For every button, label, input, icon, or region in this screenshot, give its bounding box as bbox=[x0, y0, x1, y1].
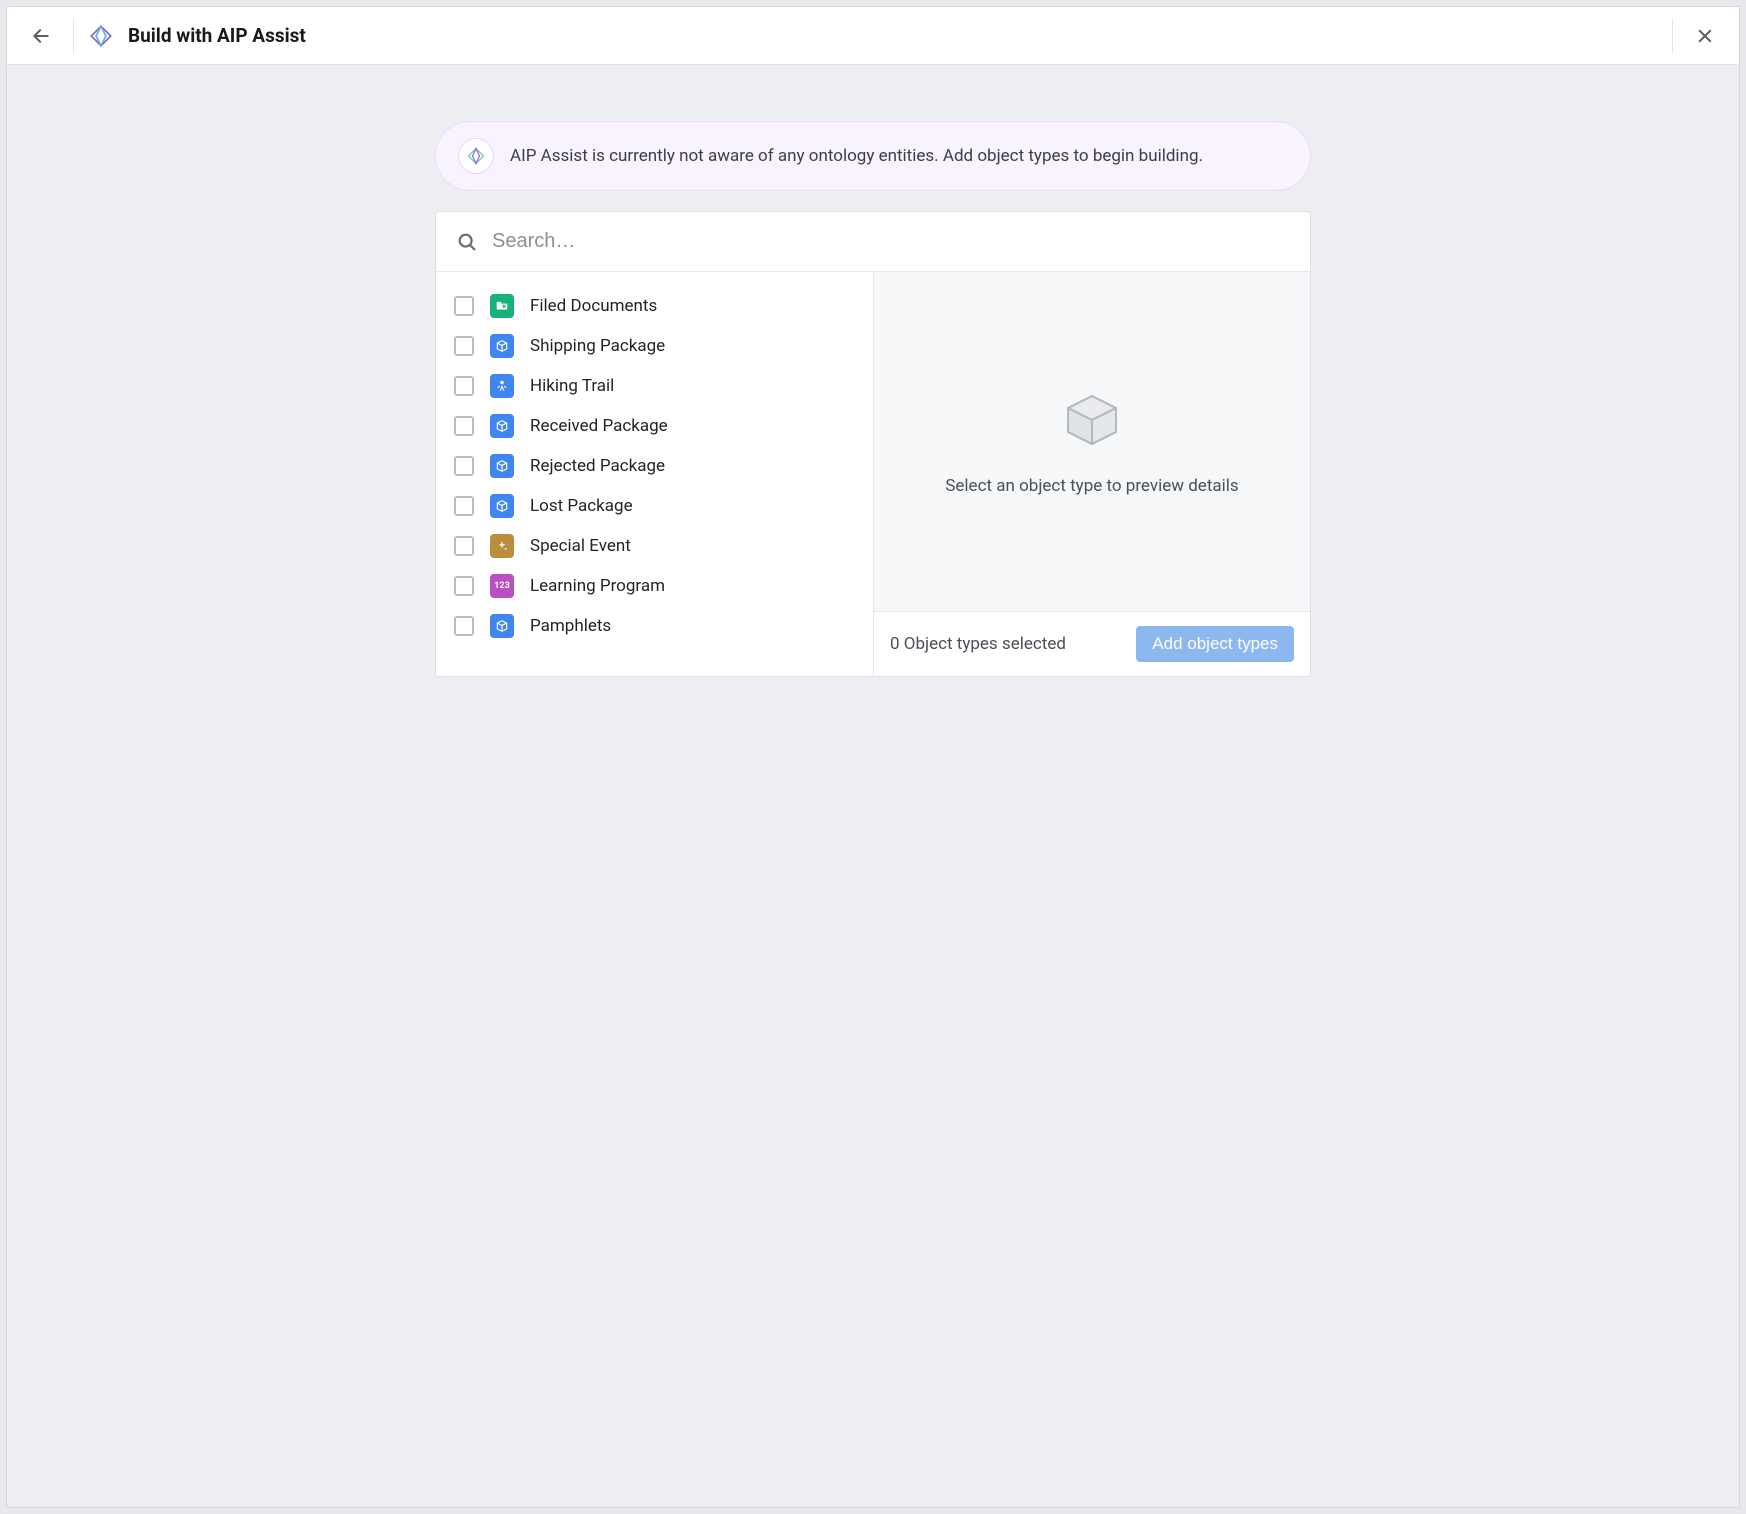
selected-count: 0 Object types selected bbox=[890, 634, 1066, 654]
preview-empty-message: Select an object type to preview details bbox=[945, 476, 1238, 496]
checkbox[interactable] bbox=[454, 616, 474, 636]
object-type-label: Filed Documents bbox=[530, 296, 657, 316]
object-type-label: Shipping Package bbox=[530, 336, 665, 356]
checkbox[interactable] bbox=[454, 336, 474, 356]
object-type-row[interactable]: 123 Learning Program bbox=[436, 566, 873, 606]
back-button[interactable] bbox=[23, 18, 59, 54]
cube-icon bbox=[1060, 388, 1124, 452]
person-icon bbox=[490, 374, 514, 398]
aip-logo-icon bbox=[88, 23, 114, 49]
object-type-label: Received Package bbox=[530, 416, 668, 436]
checkbox[interactable] bbox=[454, 496, 474, 516]
arrow-left-icon bbox=[31, 26, 51, 46]
object-type-label: Rejected Package bbox=[530, 456, 665, 476]
object-type-row[interactable]: Pamphlets bbox=[436, 606, 873, 646]
search-row bbox=[436, 212, 1310, 272]
box-icon bbox=[490, 454, 514, 478]
aip-logo-icon bbox=[458, 138, 494, 174]
titlebar: Build with AIP Assist bbox=[7, 7, 1739, 65]
object-type-row[interactable]: Lost Package bbox=[436, 486, 873, 526]
object-type-label: Pamphlets bbox=[530, 616, 611, 636]
checkbox[interactable] bbox=[454, 576, 474, 596]
modal-title: Build with AIP Assist bbox=[128, 24, 306, 47]
object-type-label: Lost Package bbox=[530, 496, 633, 516]
object-type-row[interactable]: Shipping Package bbox=[436, 326, 873, 366]
checkbox[interactable] bbox=[454, 296, 474, 316]
divider bbox=[73, 19, 74, 53]
divider bbox=[1672, 19, 1673, 53]
box-icon bbox=[490, 494, 514, 518]
preview-empty-state: Select an object type to preview details bbox=[874, 272, 1310, 611]
add-object-types-button[interactable]: Add object types bbox=[1136, 626, 1294, 662]
folder-icon bbox=[490, 294, 514, 318]
info-banner-text: AIP Assist is currently not aware of any… bbox=[510, 146, 1203, 166]
close-button[interactable] bbox=[1687, 18, 1723, 54]
box-icon bbox=[490, 414, 514, 438]
sparkle-icon bbox=[490, 534, 514, 558]
object-type-row[interactable]: Received Package bbox=[436, 406, 873, 446]
close-icon bbox=[1696, 27, 1714, 45]
search-input[interactable] bbox=[492, 230, 1290, 253]
object-type-label: Special Event bbox=[530, 536, 631, 556]
checkbox[interactable] bbox=[454, 416, 474, 436]
modal: Build with AIP Assist AIP Assist is curr… bbox=[6, 6, 1740, 1508]
object-type-row[interactable]: Rejected Package bbox=[436, 446, 873, 486]
checkbox[interactable] bbox=[454, 456, 474, 476]
checkbox[interactable] bbox=[454, 376, 474, 396]
object-type-row[interactable]: Special Event bbox=[436, 526, 873, 566]
num-icon: 123 bbox=[490, 574, 514, 598]
preview-footer: 0 Object types selected Add object types bbox=[874, 611, 1310, 676]
object-type-row[interactable]: Filed Documents bbox=[436, 286, 873, 326]
object-type-picker: Filed Documents Shipping Package Hiking Tr… bbox=[435, 211, 1311, 677]
search-icon bbox=[456, 231, 478, 253]
box-icon bbox=[490, 334, 514, 358]
preview-panel: Select an object type to preview details… bbox=[874, 272, 1310, 676]
content-area: AIP Assist is currently not aware of any… bbox=[7, 65, 1739, 1507]
object-type-label: Learning Program bbox=[530, 576, 665, 596]
object-type-list: Filed Documents Shipping Package Hiking Tr… bbox=[436, 272, 874, 676]
object-type-label: Hiking Trail bbox=[530, 376, 614, 396]
box-icon bbox=[490, 614, 514, 638]
object-type-row[interactable]: Hiking Trail bbox=[436, 366, 873, 406]
checkbox[interactable] bbox=[454, 536, 474, 556]
info-banner: AIP Assist is currently not aware of any… bbox=[435, 121, 1311, 191]
